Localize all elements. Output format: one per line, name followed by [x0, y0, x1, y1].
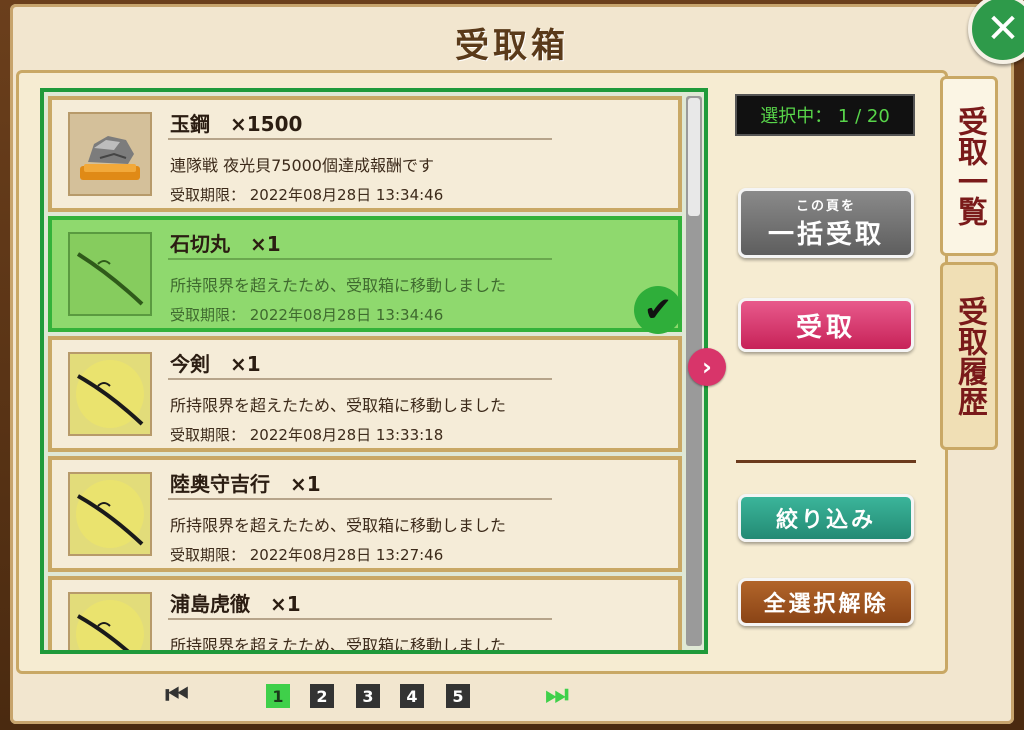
list-item[interactable]: 浦島虎徹 ×1 所持限界を超えたため、受取箱に移動しました [48, 576, 682, 654]
tab-receive-history-label: 受取履歴 [952, 296, 987, 416]
name-underline [168, 378, 552, 380]
item-expiry: 受取期限： 2022年08月28日 13:27:46 [170, 546, 444, 564]
item-expiry: 受取期限： 2022年08月28日 13:34:46 [170, 306, 444, 324]
pagination: ⏮ 1 2 3 4 5 ⏭ [0, 676, 1024, 716]
tab-receive-list-label: 受取一覧 [952, 106, 987, 226]
bulk-receive-label: 一括受取 [767, 220, 884, 250]
selection-counter: 選択中： 1 / 20 [735, 94, 915, 136]
tab-receive-history[interactable]: 受取履歴 [940, 262, 998, 450]
close-icon: ✕ [986, 6, 1020, 52]
filter-button[interactable]: 絞り込み [738, 494, 914, 542]
sword-icon [68, 472, 152, 556]
item-name: 陸奥守吉行 ×1 [170, 472, 321, 496]
item-description: 所持限界を超えたため、受取箱に移動しました [170, 276, 507, 295]
tab-receive-list[interactable]: 受取一覧 [940, 76, 998, 256]
page-button-5[interactable]: 5 [446, 684, 470, 708]
item-list[interactable]: 玉鋼 ×1500 連隊戦 夜光貝75000個達成報酬です 受取期限： 2022年… [40, 88, 708, 654]
item-description: 所持限界を超えたため、受取箱に移動しました [170, 516, 507, 535]
steel-ore-icon [68, 112, 152, 196]
expand-button[interactable]: › [688, 348, 726, 386]
list-item[interactable]: 陸奥守吉行 ×1 所持限界を超えたため、受取箱に移動しました 受取期限： 202… [48, 456, 682, 572]
first-page-icon[interactable]: ⏮ [162, 680, 192, 710]
item-expiry: 受取期限： 2022年08月28日 13:34:46 [170, 186, 444, 204]
name-underline [168, 258, 552, 260]
bulk-receive-sublabel: この頁を [795, 199, 856, 214]
list-item[interactable]: 今剣 ×1 所持限界を超えたため、受取箱に移動しました 受取期限： 2022年0… [48, 336, 682, 452]
last-page-icon[interactable]: ⏭ [542, 680, 572, 710]
page-button-1[interactable]: 1 [266, 684, 290, 708]
name-underline [168, 618, 552, 620]
item-description: 所持限界を超えたため、受取箱に移動しました [170, 396, 507, 415]
sword-icon [68, 352, 152, 436]
sword-icon [68, 592, 152, 650]
item-description: 所持限界を超えたため、受取箱に移動しました [170, 636, 507, 654]
chevron-right-icon: › [702, 353, 712, 381]
item-name: 浦島虎徹 ×1 [170, 592, 301, 616]
name-underline [168, 138, 552, 140]
list-item[interactable]: 玉鋼 ×1500 連隊戦 夜光貝75000個達成報酬です 受取期限： 2022年… [48, 96, 682, 212]
item-name: 石切丸 ×1 [170, 232, 281, 256]
bulk-receive-button[interactable]: この頁を 一括受取 [738, 188, 914, 258]
name-underline [168, 498, 552, 500]
page-button-4[interactable]: 4 [400, 684, 424, 708]
sword-icon [68, 232, 152, 316]
checkmark-icon: ✔ [634, 286, 682, 334]
receive-button[interactable]: 受取 [738, 298, 914, 352]
page-button-3[interactable]: 3 [356, 684, 380, 708]
item-name: 今剣 ×1 [170, 352, 261, 376]
window-title: 受取箱 [455, 26, 569, 66]
item-description: 連隊戦 夜光貝75000個達成報酬です [170, 156, 434, 175]
item-expiry: 受取期限： 2022年08月28日 13:33:18 [170, 426, 444, 444]
page-button-2[interactable]: 2 [310, 684, 334, 708]
scrollbar-thumb[interactable] [688, 98, 700, 216]
clear-selection-button[interactable]: 全選択解除 [738, 578, 914, 626]
divider [736, 460, 916, 463]
list-item[interactable]: 石切丸 ×1 所持限界を超えたため、受取箱に移動しました 受取期限： 2022年… [48, 216, 682, 334]
item-name: 玉鋼 ×1500 [170, 112, 303, 136]
